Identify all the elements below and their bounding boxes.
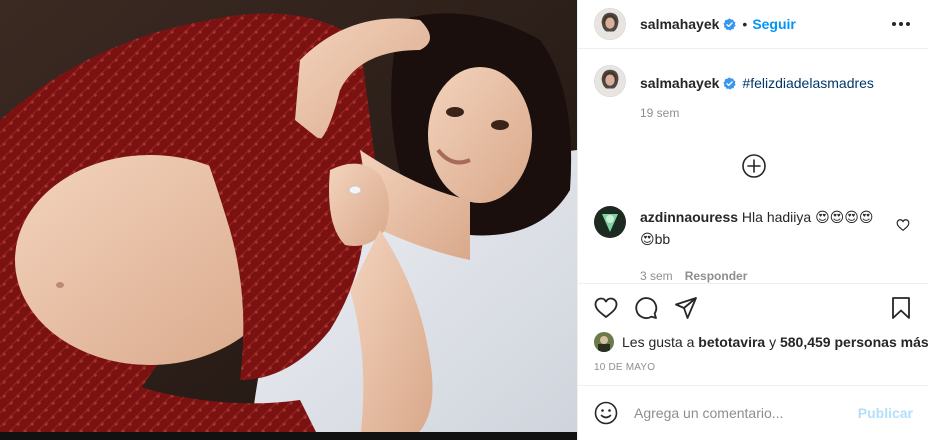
avatar-image <box>595 66 625 96</box>
verified-badge-icon <box>723 17 736 31</box>
liker-avatar[interactable] <box>594 332 614 352</box>
post-photo[interactable] <box>0 0 577 440</box>
avatar-image <box>594 332 614 352</box>
caption-username[interactable]: salmahayek <box>640 75 719 91</box>
post-actions: Les gusta a betotavira y 580,459 persona… <box>578 283 928 385</box>
comment-heart-icon[interactable] <box>896 218 910 232</box>
dot-shape <box>892 22 896 26</box>
post-caption: salmahayek #felizdiadelasmadres 19 sem <box>578 49 928 159</box>
post-date[interactable]: 10 DE MAYO <box>594 362 913 373</box>
plus-circle-icon[interactable] <box>742 154 766 178</box>
likes-count[interactable]: 580,459 personas más <box>780 334 928 350</box>
liker-username[interactable]: betotavira <box>698 334 765 350</box>
instagram-post: salmahayek • Seguir salmahayek #felizdia… <box>0 0 928 440</box>
verified-badge-icon <box>723 76 736 90</box>
likes-conjunction: y <box>769 334 777 350</box>
publish-button[interactable]: Publicar <box>858 405 913 421</box>
post-header: salmahayek • Seguir <box>578 0 928 49</box>
smiley-icon[interactable] <box>594 401 618 425</box>
paper-plane-icon[interactable] <box>674 296 698 320</box>
more-options-icon[interactable] <box>888 18 914 30</box>
comment-username[interactable]: azdinnaouress <box>640 209 738 225</box>
caption-hashtag[interactable]: #felizdiadelasmadres <box>742 75 874 91</box>
header-username[interactable]: salmahayek <box>640 16 719 32</box>
comment-input[interactable] <box>634 405 854 421</box>
post-photo-illustration <box>0 0 577 440</box>
header-separator-dot: • <box>742 16 748 32</box>
likes-prefix: Les gusta a <box>622 334 695 350</box>
avatar-image <box>594 206 626 238</box>
likes-summary: Les gusta a betotavira y 580,459 persona… <box>594 332 928 352</box>
dot-shape <box>899 22 903 26</box>
caption-avatar[interactable] <box>594 65 626 97</box>
comment-icon[interactable] <box>634 296 658 320</box>
action-icons-row <box>594 292 913 324</box>
add-comment-section: Publicar <box>578 385 928 440</box>
dot-shape <box>906 22 910 26</box>
heart-icon[interactable] <box>594 296 618 320</box>
caption-time[interactable]: 19 sem <box>640 106 874 120</box>
header-avatar[interactable] <box>594 8 626 40</box>
follow-button[interactable]: Seguir <box>752 16 796 32</box>
comment-item: azdinnaouress Hla hadiiya 😍😍😍😍 😍bb 3 sem… <box>594 206 914 287</box>
caption-body: salmahayek #felizdiadelasmadres 19 sem <box>640 65 874 159</box>
avatar-image <box>595 9 625 39</box>
bookmark-icon[interactable] <box>889 296 913 320</box>
post-sidebar: salmahayek • Seguir salmahayek #felizdia… <box>577 0 928 440</box>
comment-body: azdinnaouress Hla hadiiya 😍😍😍😍 😍bb 3 sem… <box>640 206 876 287</box>
commenter-avatar[interactable] <box>594 206 626 238</box>
caption-line: salmahayek #felizdiadelasmadres <box>640 75 874 91</box>
